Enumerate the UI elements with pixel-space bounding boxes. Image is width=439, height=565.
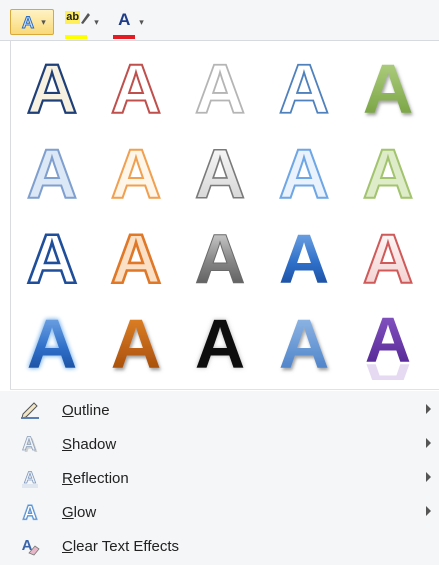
text-effect-style-14[interactable]: A: [262, 215, 346, 300]
text-highlight-button[interactable]: ab ▾: [62, 9, 102, 39]
submenu-arrow-icon: [426, 438, 431, 448]
text-effect-glyph: A: [195, 306, 246, 380]
text-effect-style-19[interactable]: A: [262, 300, 346, 385]
svg-text:A: A: [363, 221, 414, 295]
eraser-icon: A: [10, 535, 50, 557]
text-effect-style-1[interactable]: A: [10, 45, 94, 130]
svg-text:A: A: [279, 51, 330, 125]
highlight-glyph: ab: [65, 11, 81, 24]
svg-text:A: A: [363, 136, 414, 210]
submenu-arrow-icon: [426, 404, 431, 414]
reflection-icon: A: [10, 467, 50, 489]
text-effect-glyph: A: [194, 51, 246, 125]
svg-text:A: A: [111, 136, 162, 210]
text-effect-style-3[interactable]: A: [178, 45, 262, 130]
svg-text:A: A: [111, 51, 162, 125]
svg-text:A: A: [23, 503, 37, 523]
svg-text:A: A: [279, 221, 330, 295]
font-color-bar: [113, 35, 136, 39]
text-effect-glyph: A: [279, 306, 330, 380]
text-effect-style-17[interactable]: A: [94, 300, 178, 385]
text-effect-style-4[interactable]: A: [262, 45, 346, 130]
text-effect-style-18[interactable]: A: [178, 300, 262, 385]
format-toolbar: A ▾ ab ▾ A ▾: [0, 0, 439, 41]
svg-text:A: A: [22, 434, 36, 455]
text-effect-glyph: A: [362, 221, 415, 295]
font-color-glyph: A: [118, 10, 131, 29]
text-effect-style-16[interactable]: A: [10, 300, 94, 385]
text-effects-gallery: A A A A A A A A A A A A A A A A A A A A: [10, 45, 430, 385]
svg-text:A: A: [27, 221, 78, 295]
text-effect-glyph: A: [109, 221, 162, 295]
svg-text:A: A: [27, 306, 78, 380]
text-effect-style-8[interactable]: A: [178, 130, 262, 215]
menu-item-label: Clear Text Effects: [62, 537, 180, 555]
text-effect-glyph: A: [26, 136, 79, 210]
chevron-down-icon[interactable]: ▾: [139, 17, 144, 28]
text-effect-glyph: A: [25, 221, 78, 295]
text-effect-style-9[interactable]: A: [262, 130, 346, 215]
menu-separator: [10, 389, 439, 390]
text-effect-glyph: A: [26, 51, 79, 125]
menu-item-label: Reflection: [62, 469, 129, 487]
text-effect-glyph: A: [111, 306, 162, 380]
svg-text:A: A: [195, 306, 246, 380]
submenu-arrow-icon: [426, 472, 431, 482]
menu-item-shadow[interactable]: AA Shadow: [10, 427, 439, 461]
text-effect-glyph: A: [363, 51, 414, 125]
svg-text:A: A: [22, 13, 34, 32]
text-effect-style-10[interactable]: A: [346, 130, 430, 215]
font-color-button[interactable]: A ▾: [108, 9, 148, 39]
menu-item-label: Glow: [62, 503, 97, 521]
svg-text:A: A: [195, 136, 246, 210]
svg-text:A: A: [363, 51, 414, 125]
menu-item-glow[interactable]: AA Glow: [10, 495, 439, 529]
text-effect-glyph: A: [27, 306, 78, 380]
chevron-down-icon[interactable]: ▾: [94, 17, 99, 28]
svg-text:A: A: [111, 221, 162, 295]
menu-item-label: Outline: [62, 401, 110, 419]
text-effect-style-5[interactable]: A: [346, 45, 430, 130]
text-effect-style-12[interactable]: A: [94, 215, 178, 300]
svg-text:A: A: [195, 221, 246, 295]
chevron-down-icon[interactable]: ▾: [41, 17, 46, 28]
text-effect-glyph: A: [278, 136, 331, 210]
text-effect-glyph: A: [194, 221, 246, 295]
submenu-arrow-icon: [426, 506, 431, 516]
text-effect-style-6[interactable]: A: [10, 130, 94, 215]
svg-text:A: A: [27, 136, 78, 210]
text-effects-icon: A: [22, 13, 35, 33]
text-effects-menu: Outline AA Shadow A Reflection AA Glow A…: [0, 391, 439, 565]
text-effect-style-20[interactable]: A A: [346, 300, 430, 385]
text-effect-style-7[interactable]: A: [94, 130, 178, 215]
text-effect-style-15[interactable]: A: [346, 215, 430, 300]
text-effect-glyph: A: [110, 136, 163, 210]
text-effect-style-11[interactable]: A: [10, 215, 94, 300]
text-effect-glyph: A: [278, 51, 330, 125]
highlighter-icon: ab: [65, 11, 91, 39]
font-color-icon: A: [112, 10, 136, 39]
svg-text:A: A: [27, 51, 78, 125]
outline-pen-icon: [10, 400, 50, 420]
shadow-icon: AA: [10, 433, 50, 455]
menu-item-label: Shadow: [62, 435, 117, 453]
glow-icon: AA: [10, 501, 50, 523]
svg-text:A: A: [195, 51, 246, 125]
text-effect-glyph: A: [194, 136, 246, 210]
svg-text:A: A: [279, 306, 330, 380]
highlight-color-bar: [65, 35, 88, 39]
menu-item-reflection[interactable]: A Reflection: [10, 461, 439, 495]
text-effects-button[interactable]: A ▾: [10, 9, 54, 35]
menu-item-outline[interactable]: Outline: [10, 393, 439, 427]
text-effect-glyph: A A: [365, 306, 411, 380]
text-effect-style-2[interactable]: A: [94, 45, 178, 130]
text-effect-style-13[interactable]: A: [178, 215, 262, 300]
text-effect-glyph: A: [110, 51, 163, 125]
text-effect-glyph: A: [279, 221, 330, 295]
reflection-glyph: A: [365, 350, 411, 380]
svg-text:A: A: [111, 306, 162, 380]
menu-item-clear-text-effects[interactable]: A Clear Text Effects: [10, 529, 439, 563]
svg-text:A: A: [279, 136, 330, 210]
text-effect-glyph: A: [362, 136, 415, 210]
